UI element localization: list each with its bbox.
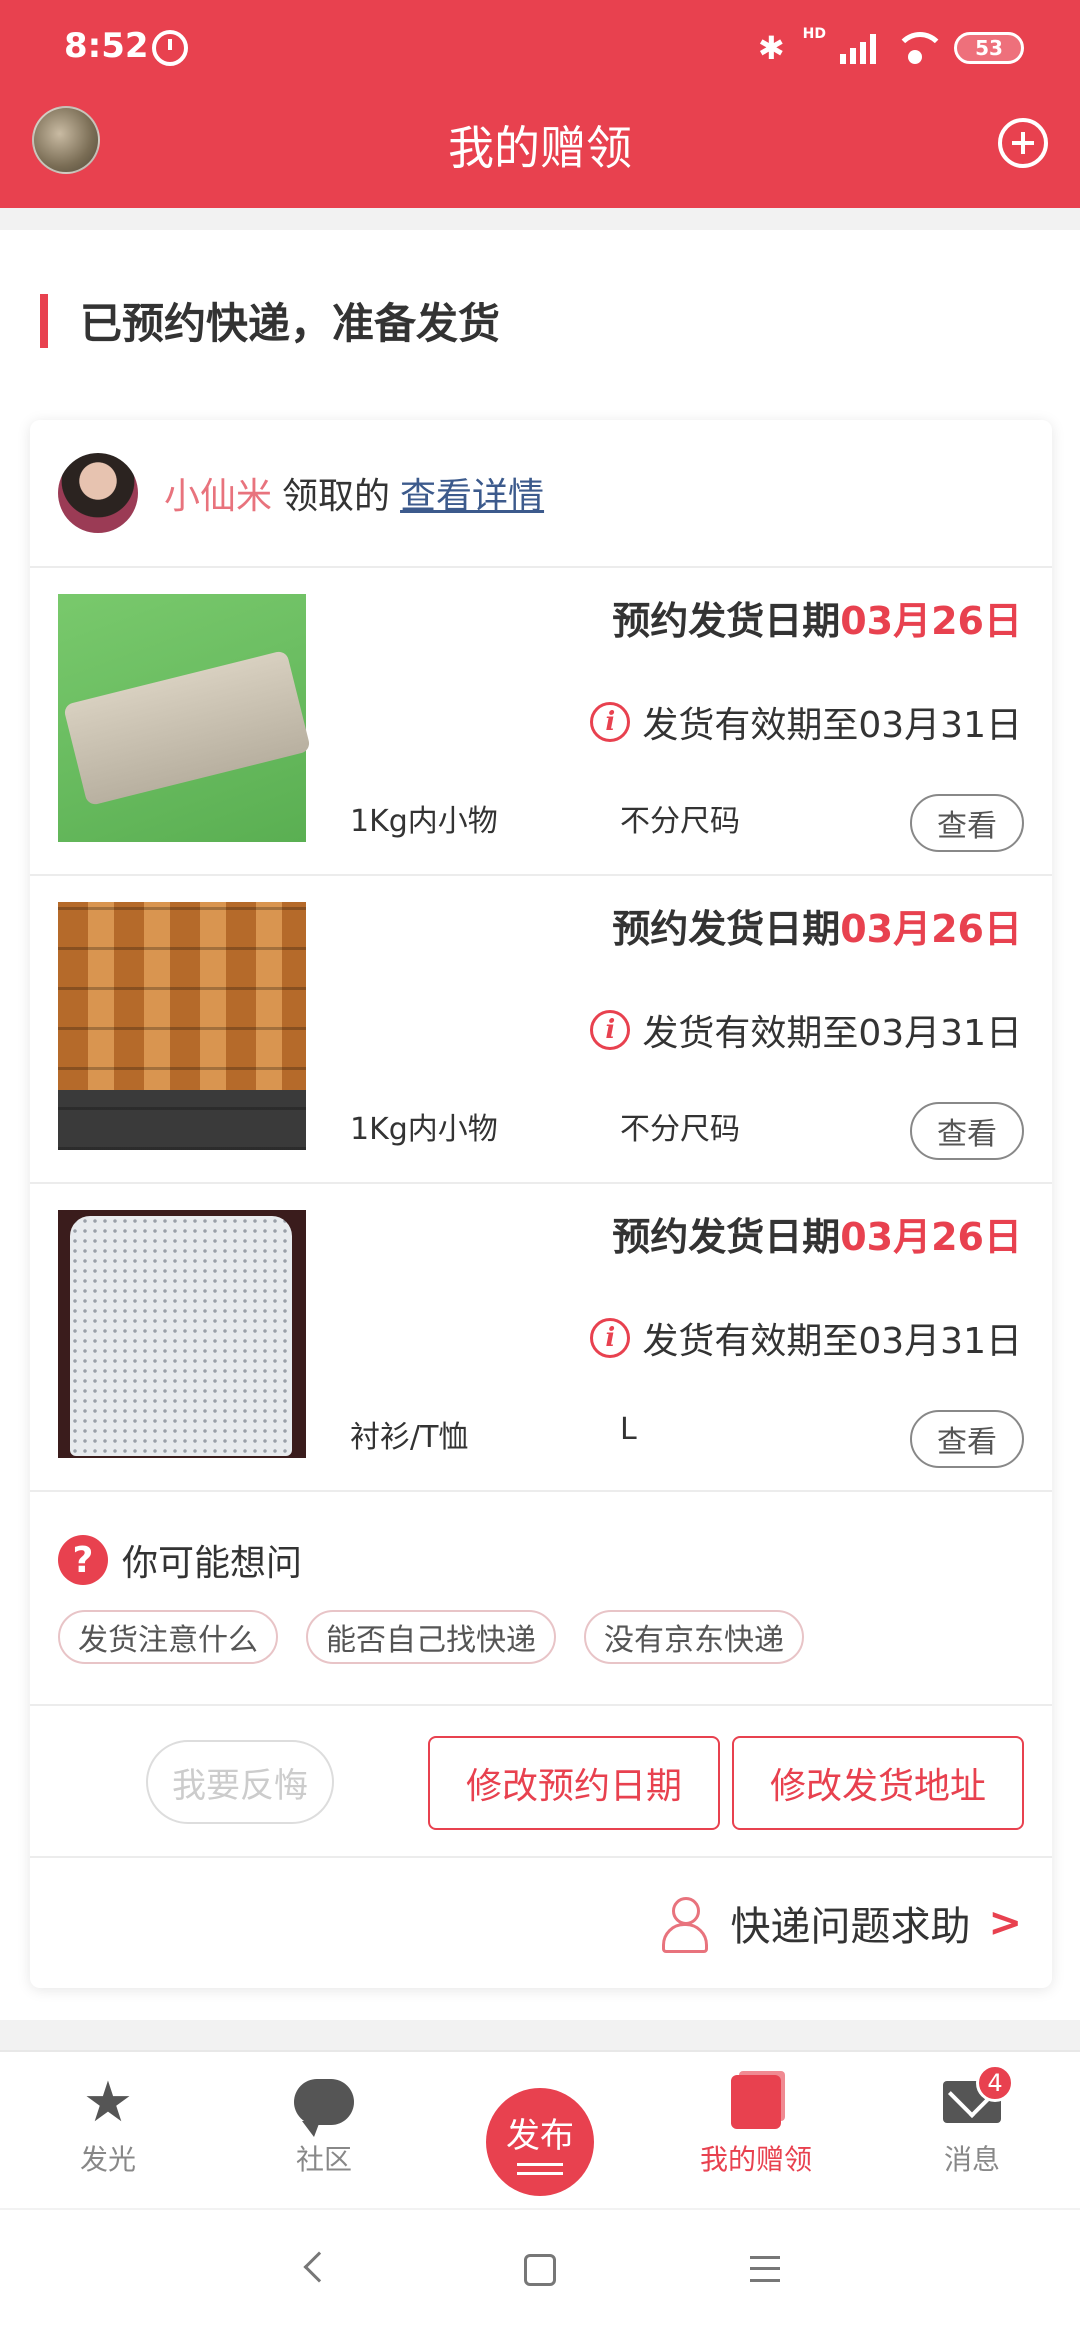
- ship-date-value: 03月26日: [840, 599, 1022, 643]
- action-row: 我要反悔 修改预约日期 修改发货地址: [30, 1706, 1052, 1858]
- expire-text: 发货有效期至03月31日: [642, 1013, 1022, 1054]
- menu-icon[interactable]: [750, 2256, 780, 2282]
- ship-date-value: 03月26日: [840, 1215, 1022, 1259]
- ship-date-value: 03月26日: [840, 907, 1022, 951]
- star-icon: ★: [82, 2069, 134, 2135]
- ship-date-label: 预约发货日期: [612, 599, 841, 643]
- expire-row: i 发货有效期至03月31日: [590, 1004, 1022, 1056]
- help-label: 快递问题求助: [730, 1904, 971, 1950]
- receiver-name[interactable]: 小仙米: [164, 467, 272, 519]
- change-date-button[interactable]: 修改预约日期: [428, 1736, 720, 1830]
- view-button[interactable]: 查看: [910, 1102, 1024, 1160]
- signal-icon: [840, 32, 876, 64]
- network-type-label: HD: [802, 26, 826, 42]
- main-content: 已预约快递，准备发货 小仙米 领取的 查看详情 预约发货日期03月26日 i 发…: [0, 230, 1080, 2020]
- home-icon[interactable]: [524, 2254, 556, 2286]
- view-details-link[interactable]: 查看详情: [400, 467, 544, 519]
- section-title: 已预约快递，准备发货: [80, 299, 501, 348]
- info-icon: i: [590, 1010, 631, 1050]
- receiver-avatar[interactable]: [58, 453, 138, 533]
- nav-label: 发光: [79, 2143, 136, 2176]
- gift-icon: [731, 2075, 781, 2129]
- page-title: 我的赠领: [448, 121, 632, 175]
- unread-badge: 4: [976, 2064, 1014, 2102]
- receiver-action: 领取的: [282, 476, 391, 517]
- ship-date-row: 预约发货日期03月26日: [612, 1206, 1022, 1261]
- system-nav-bar: [0, 2210, 1080, 2340]
- faq-section: ? 你可能想问 发货注意什么 能否自己找快递 没有京东快递: [30, 1492, 1052, 1706]
- publish-label: 发布: [506, 2116, 574, 2156]
- publish-button[interactable]: 发布: [486, 2088, 594, 2196]
- expire-row: i 发货有效期至03月31日: [590, 696, 1022, 748]
- battery-indicator: 53: [954, 32, 1024, 64]
- publish-icon: [517, 2163, 563, 2175]
- alarm-icon: [152, 30, 188, 66]
- section-header: 已预约快递，准备发货: [40, 290, 500, 351]
- add-circle-icon[interactable]: [998, 118, 1048, 168]
- faq-title: 你可能想问: [122, 1543, 303, 1584]
- faq-tags: 发货注意什么 能否自己找快递 没有京东快递: [58, 1610, 1024, 1664]
- item-size: L: [620, 1412, 637, 1447]
- faq-tag[interactable]: 没有京东快递: [584, 1610, 804, 1664]
- faq-header: ? 你可能想问: [58, 1534, 1024, 1586]
- faq-tag[interactable]: 能否自己找快递: [306, 1610, 556, 1664]
- status-icons: ✱ HD 53: [757, 26, 1024, 67]
- nav-label: 我的赠领: [699, 2143, 812, 2176]
- info-icon: i: [590, 702, 631, 742]
- item-size: 不分尺码: [620, 1112, 740, 1147]
- view-button[interactable]: 查看: [910, 794, 1024, 852]
- faq-tag[interactable]: 发货注意什么: [58, 1610, 278, 1664]
- list-item: 预约发货日期03月26日 i 发货有效期至03月31日 1Kg内小物 不分尺码 …: [30, 568, 1052, 876]
- nav-item-community[interactable]: 社区: [244, 2066, 404, 2178]
- view-button[interactable]: 查看: [910, 1410, 1024, 1468]
- change-address-button[interactable]: 修改发货地址: [732, 1736, 1024, 1830]
- status-time: 8:52: [64, 26, 149, 66]
- status-bar: 8:52 ✱ HD 53: [0, 0, 1080, 96]
- item-category: 1Kg内小物: [350, 804, 498, 839]
- person-icon: [660, 1897, 709, 1953]
- expire-text: 发货有效期至03月31日: [642, 1321, 1022, 1362]
- ship-date-label: 预约发货日期: [612, 907, 841, 951]
- section-accent-bar: [40, 293, 48, 348]
- bottom-nav: ★ 发光 社区 发布 我的赠领 4 消息: [0, 2050, 1080, 2208]
- nav-item-my-gifts[interactable]: 我的赠领: [676, 2066, 836, 2178]
- nav-label: 社区: [295, 2143, 352, 2176]
- ship-date-row: 预约发货日期03月26日: [612, 898, 1022, 953]
- chat-icon: [294, 2079, 354, 2137]
- nav-label: 消息: [943, 2143, 1000, 2176]
- delivery-help-link[interactable]: 快递问题求助 >: [30, 1858, 1052, 1988]
- back-icon[interactable]: [303, 2251, 335, 2283]
- list-item: 预约发货日期03月26日 i 发货有效期至03月31日 衬衫/T恤 L 查看: [30, 1184, 1052, 1492]
- expire-text: 发货有效期至03月31日: [642, 705, 1022, 746]
- info-icon: i: [590, 1318, 631, 1358]
- expire-row: i 发货有效期至03月31日: [590, 1312, 1022, 1364]
- bluetooth-icon: ✱: [757, 29, 785, 67]
- item-photo[interactable]: [58, 594, 312, 842]
- nav-item-messages[interactable]: 4 消息: [892, 2064, 1052, 2178]
- item-photo[interactable]: [58, 902, 306, 1150]
- list-item: 预约发货日期03月26日 i 发货有效期至03月31日 1Kg内小物 不分尺码 …: [30, 876, 1052, 1184]
- ship-date-row: 预约发货日期03月26日: [612, 590, 1022, 645]
- app-header: 8:52 ✱ HD 53 我的赠领: [0, 0, 1080, 208]
- question-icon: ?: [58, 1535, 108, 1585]
- order-card: 小仙米 领取的 查看详情 预约发货日期03月26日 i 发货有效期至03月31日…: [30, 420, 1052, 1988]
- nav-item-glow[interactable]: ★ 发光: [28, 2066, 188, 2178]
- item-category: 衬衫/T恤: [350, 1420, 469, 1455]
- ship-date-label: 预约发货日期: [612, 1215, 841, 1259]
- regret-button[interactable]: 我要反悔: [146, 1740, 334, 1824]
- chevron-right-icon: >: [988, 1900, 1022, 1946]
- receiver-row: 小仙米 领取的 查看详情: [30, 420, 1052, 568]
- item-size: 不分尺码: [620, 804, 740, 839]
- item-category: 1Kg内小物: [350, 1112, 498, 1147]
- item-photo[interactable]: [58, 1210, 306, 1458]
- wifi-icon: [894, 32, 946, 64]
